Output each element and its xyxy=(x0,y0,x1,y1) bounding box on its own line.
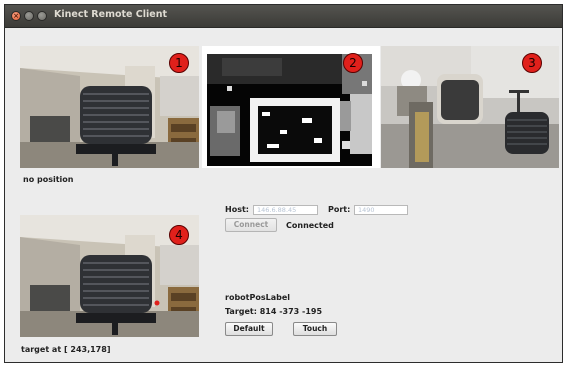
default-button[interactable]: Default xyxy=(225,322,273,336)
feed-badge: 2 xyxy=(343,53,363,73)
touch-button[interactable]: Touch xyxy=(293,322,337,336)
target-status: target at [ 243,178] xyxy=(21,345,111,354)
robot-camera-feed[interactable]: 3 xyxy=(381,46,559,168)
host-label: Host: xyxy=(225,205,249,214)
connect-button[interactable]: Connect xyxy=(225,218,277,232)
target-marker-icon xyxy=(154,300,160,306)
feed-badge: 1 xyxy=(169,53,189,73)
feed-badge: 4 xyxy=(169,225,189,245)
window-title: Kinect Remote Client xyxy=(54,9,168,20)
robot-position-label: robotPosLabel xyxy=(225,293,290,302)
port-input[interactable]: 1490 xyxy=(354,205,408,215)
robot-target-label: Target: 814 -373 -195 xyxy=(225,307,323,316)
host-input[interactable]: 146.6.88.45 xyxy=(253,205,318,215)
connection-status: Connected xyxy=(286,221,334,230)
rgb-camera-feed[interactable]: 1 xyxy=(20,46,199,168)
target-camera-feed[interactable]: 4 xyxy=(20,215,199,337)
maximize-icon[interactable] xyxy=(37,11,47,21)
position-status: no position xyxy=(23,175,74,184)
minimize-icon[interactable] xyxy=(24,11,34,21)
feed-badge: 3 xyxy=(522,53,542,73)
close-icon[interactable]: × xyxy=(11,11,21,21)
app-window: × Kinect Remote Client 1 2 3 no position… xyxy=(4,4,563,363)
depth-camera-feed[interactable]: 2 xyxy=(202,46,380,168)
port-label: Port: xyxy=(328,205,351,214)
title-bar[interactable]: × Kinect Remote Client xyxy=(5,5,562,28)
